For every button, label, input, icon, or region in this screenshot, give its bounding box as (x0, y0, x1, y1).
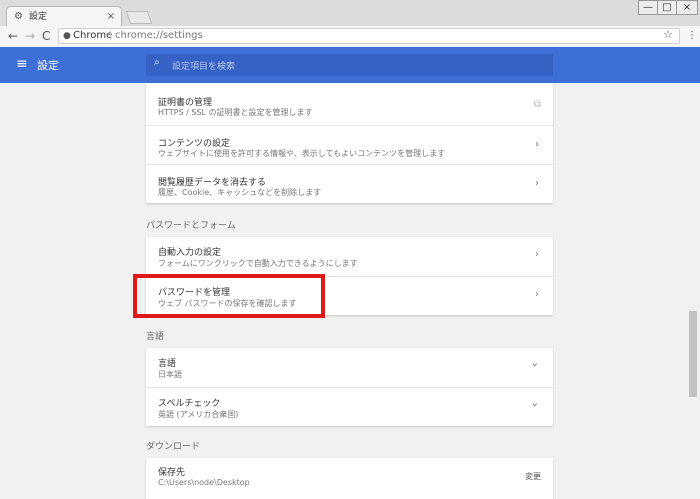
row-title: スペルチェック (158, 399, 221, 409)
maximize-button[interactable]: □ (657, 0, 677, 15)
row-title: 自動入力の設定 (158, 248, 222, 258)
section-heading-languages: 言語 (146, 332, 165, 342)
settings-search-input[interactable]: ⌕ 設定項目を検索 (146, 54, 553, 76)
chevron-right-icon: › (535, 139, 539, 150)
chevron-down-icon[interactable]: ⌄ (531, 358, 539, 369)
search-placeholder: 設定項目を検索 (172, 62, 236, 72)
forward-button[interactable]: → (25, 28, 35, 44)
row-subtitle: C:\Users\node\Desktop (158, 478, 250, 487)
minimize-button[interactable]: — (638, 0, 658, 15)
row-subtitle: 履歴、Cookie、キャッシュなどを削除します (158, 188, 322, 197)
reload-button[interactable]: C (42, 28, 50, 44)
page-title: 設定 (37, 59, 59, 72)
back-button[interactable]: ← (8, 28, 18, 44)
list-item-autofill[interactable]: 自動入力の設定 フォームにワンクリックで自動入力できるようにします › (146, 237, 553, 276)
tab-title: 設定 (29, 12, 48, 22)
list-item-download-location[interactable]: 保存先 C:\Users\node\Desktop 変更 (146, 458, 553, 499)
row-subtitle: ウェブサイトに使用を許可する情報や、表示してもよいコンテンツを管理します (158, 149, 446, 158)
chevron-right-icon: › (535, 178, 539, 189)
hamburger-menu-icon[interactable]: ≡ (16, 56, 28, 72)
list-item-clear-browsing-data[interactable]: 閲覧履歴データを消去する 履歴、Cookie、キャッシュなどを削除します › (146, 164, 553, 203)
scrollbar[interactable] (686, 83, 700, 499)
external-link-icon[interactable]: ⧉ (534, 99, 541, 110)
section-heading-downloads: ダウンロード (146, 442, 201, 452)
row-subtitle: フォームにワンクリックで自動入力できるようにします (158, 259, 358, 268)
change-button[interactable]: 変更 (525, 471, 541, 482)
privacy-card: 証明書の管理 HTTPS / SSL の証明書と設定を管理します ⧉ コンテンツ… (146, 83, 553, 203)
url-text[interactable]: chrome://settings (115, 29, 203, 43)
browser-toolbar: ← → C ● Chrome | chrome://settings ☆ ⋮ (0, 26, 700, 48)
settings-content: 証明書の管理 HTTPS / SSL の証明書と設定を管理します ⧉ コンテンツ… (0, 83, 686, 499)
settings-header: ≡ 設定 ⌕ 設定項目を検索 (0, 47, 700, 83)
url-separator: | (109, 30, 113, 41)
chevron-right-icon: › (535, 289, 539, 300)
list-item-content-settings[interactable]: コンテンツの設定 ウェブサイトに使用を許可する情報や、表示してもよいコンテンツを… (146, 125, 553, 164)
highlight-box (133, 274, 325, 318)
site-label: Chrome (73, 30, 113, 41)
close-window-button[interactable]: × (676, 0, 698, 15)
gear-icon: ⚙ (14, 11, 23, 22)
list-item-language[interactable]: 言語 日本語 ⌄ (146, 348, 553, 387)
chevron-down-icon[interactable]: ⌄ (531, 398, 539, 409)
browser-menu-button[interactable]: ⋮ (687, 29, 697, 43)
chrome-icon: ● (63, 31, 71, 41)
row-subtitle: 日本語 (158, 370, 182, 379)
list-item-certificates[interactable]: 証明書の管理 HTTPS / SSL の証明書と設定を管理します ⧉ (146, 83, 553, 125)
window-titlebar: ⚙ 設定 × — □ × (0, 0, 700, 27)
languages-card: 言語 日本語 ⌄ スペルチェック 英語 (アメリカ合衆国) ⌄ (146, 348, 553, 426)
new-tab-button[interactable] (125, 11, 153, 24)
search-icon: ⌕ (154, 57, 160, 68)
scrollbar-thumb[interactable] (689, 311, 697, 397)
row-subtitle: HTTPS / SSL の証明書と設定を管理します (158, 108, 313, 117)
tab-close-button[interactable]: × (107, 7, 115, 27)
row-title: 保存先 (158, 468, 186, 478)
chevron-right-icon: › (535, 249, 539, 260)
tab-settings[interactable]: ⚙ 設定 × (6, 6, 122, 26)
row-subtitle: 英語 (アメリカ合衆国) (158, 410, 239, 419)
address-bar[interactable]: ● Chrome | chrome://settings ☆ (58, 28, 680, 44)
downloads-card: 保存先 C:\Users\node\Desktop 変更 (146, 458, 553, 499)
bookmark-star-icon[interactable]: ☆ (663, 28, 673, 42)
row-title: 言語 (158, 359, 177, 369)
section-heading-passwords: パスワードとフォーム (146, 221, 236, 231)
list-item-spellcheck[interactable]: スペルチェック 英語 (アメリカ合衆国) ⌄ (146, 387, 553, 426)
